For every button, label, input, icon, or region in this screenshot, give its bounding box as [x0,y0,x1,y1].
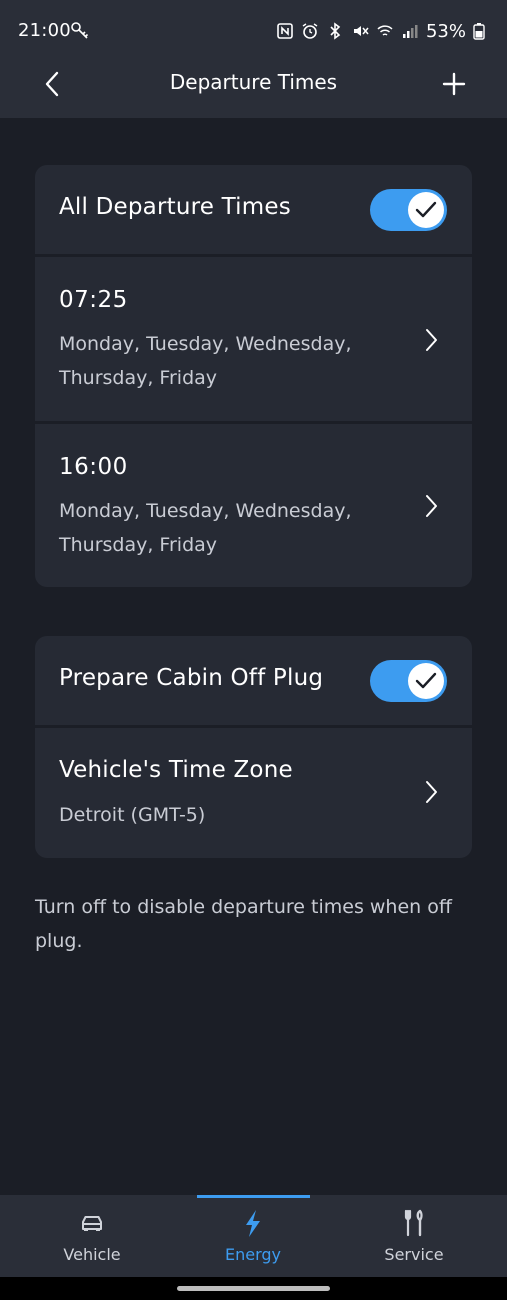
chevron-right-icon [421,777,441,807]
home-gesture-bar[interactable] [177,1286,330,1291]
bottom-navigation: Vehicle Energy Service [0,1195,507,1277]
cabin-settings-card: Prepare Cabin Off Plug Vehicle's Time Zo… [35,636,472,858]
signal-icon [401,22,419,40]
nfc-icon [276,22,294,40]
app-header: Departure Times [0,60,507,118]
gesture-area [0,1277,507,1300]
alarm-icon [301,22,319,40]
toggle-knob [408,192,444,228]
nav-service[interactable]: Service [334,1195,494,1277]
departure-time-row-1[interactable]: 07:25 Monday, Tuesday, Wednesday, Thursd… [35,257,472,421]
nav-label: Energy [224,1245,281,1264]
car-icon [76,1207,108,1239]
departure-days: Monday, Tuesday, Wednesday, Thursday, Fr… [59,500,352,556]
tools-icon [398,1207,430,1239]
check-icon [415,672,437,689]
status-time: 21:00 [18,20,71,41]
battery-percent: 53% [425,20,466,42]
footnote-text: Turn off to disable departure times when… [35,896,452,952]
time-zone-value: Detroit (GMT-5) [59,804,206,826]
all-departure-times-row: All Departure Times [35,165,472,254]
prepare-cabin-label: Prepare Cabin Off Plug [59,665,324,691]
departure-days: Monday, Tuesday, Wednesday, Thursday, Fr… [59,333,352,389]
battery-icon [473,22,491,40]
time-zone-row[interactable]: Vehicle's Time Zone Detroit (GMT-5) [35,728,472,858]
time-zone-label: Vehicle's Time Zone [59,757,293,783]
all-departure-times-label: All Departure Times [59,194,291,220]
departure-times-screen: 21:00 53% Departure Times All Departure … [0,0,507,1300]
prepare-cabin-row: Prepare Cabin Off Plug [35,636,472,725]
all-departure-times-toggle[interactable] [370,189,447,231]
bluetooth-icon [326,22,344,40]
mute-icon [351,22,369,40]
plus-icon [442,72,466,96]
departure-time-row-2[interactable]: 16:00 Monday, Tuesday, Wednesday, Thursd… [35,424,472,587]
add-departure-button[interactable] [438,68,470,100]
status-icons: 53% [276,19,491,43]
nav-label: Service [384,1245,444,1264]
page-title: Departure Times [169,70,338,94]
chevron-right-icon [421,491,441,521]
nav-label: Vehicle [63,1245,121,1264]
status-bar: 21:00 53% [0,0,507,60]
nav-vehicle[interactable]: Vehicle [12,1195,172,1277]
toggle-knob [408,663,444,699]
departure-times-card: All Departure Times 07:25 Monday, Tuesda… [35,165,472,587]
key-icon [70,21,90,41]
departure-time-value: 07:25 [59,287,128,313]
lightning-icon [237,1207,269,1239]
nav-energy[interactable]: Energy [173,1195,333,1277]
prepare-cabin-toggle[interactable] [370,660,447,702]
chevron-right-icon [421,325,441,355]
check-icon [415,201,437,218]
departure-time-value: 16:00 [59,454,128,480]
wifi-icon [376,22,394,40]
top-bar: 21:00 53% Departure Times [0,0,507,118]
